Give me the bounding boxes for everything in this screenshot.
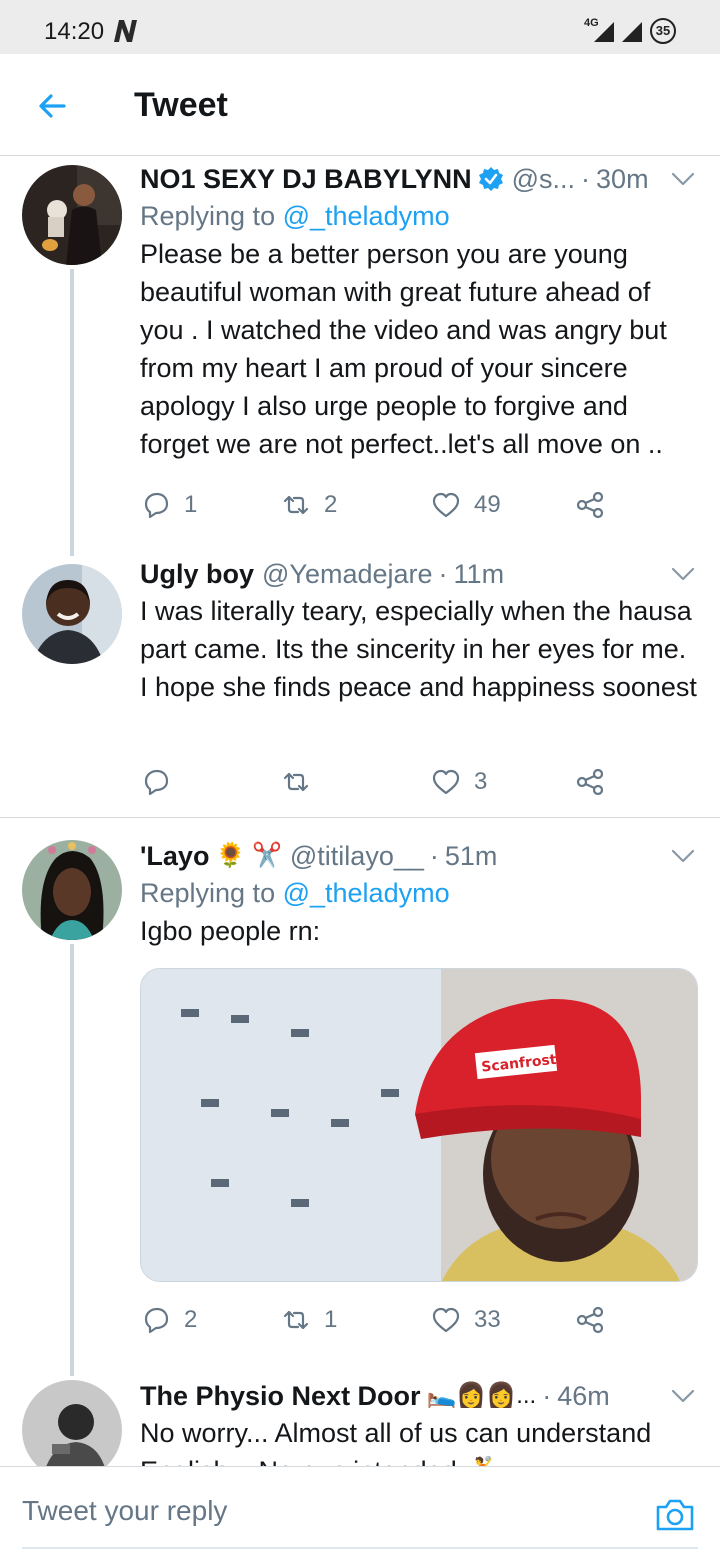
reply-icon [144,492,169,519]
tweet-text: Igbo people rn: [140,916,321,946]
signal-icon [622,22,642,42]
avatar[interactable] [22,564,122,664]
reply-underline [22,1547,698,1549]
replying-to-link[interactable]: @_theladymo [283,878,450,908]
tweet-time: 30m [596,164,649,194]
page-title: Tweet [134,86,228,124]
chevron-down-icon[interactable] [668,167,698,191]
tweet[interactable]: 'Layo 🌻 ✂️ @titilayo__ · 51m Replying to… [0,836,720,1384]
separator-dot: · [438,559,448,589]
tweet-body: NO1 SEXY DJ BABYLYNN @s... · 30m Replyin… [140,161,698,463]
tweet-body: 'Layo 🌻 ✂️ @titilayo__ · 51m Replying to… [140,838,698,950]
author-handle[interactable]: @titilayo__ [290,838,424,874]
author-name[interactable]: Ugly boy [140,556,254,592]
app-header: Tweet [0,54,720,156]
thread-line [70,269,74,559]
tweet-body: The Physio Next Door 🛌👩‍👩... · 46m No wo… [140,1378,698,1466]
reply-bar [0,1466,720,1560]
retweet-icon [283,495,309,515]
camera-icon[interactable] [654,1495,696,1535]
like-count: 49 [474,491,501,518]
replying-to: Replying to @_theladymo [140,197,698,235]
share-button[interactable] [574,485,606,525]
tweet-text: I was literally teary, especially when t… [140,596,697,702]
signal-icon [594,22,614,42]
separator-dot: · [542,1381,552,1411]
tweet-divider [0,817,720,818]
status-time: 14:20 [44,18,105,45]
tweet[interactable]: NO1 SEXY DJ BABYLYNN @s... · 30m Replyin… [0,157,720,559]
reply-button[interactable]: 1 [140,485,197,525]
retweet-button[interactable] [280,762,324,802]
share-button[interactable] [574,1300,606,1340]
tweet-text: No worry... Almost all of us can underst… [140,1418,652,1466]
reply-count: 1 [184,491,198,518]
name-emojis: 🌻 ✂️ [215,842,282,869]
name-emojis: 🛌👩‍👩... [426,1382,537,1409]
author-name[interactable]: NO1 SEXY DJ BABYLYNN [140,161,472,197]
back-arrow-icon[interactable] [34,88,70,124]
tweet-header: The Physio Next Door 🛌👩‍👩... · 46m [140,1378,698,1414]
verified-icon [478,167,503,191]
share-icon [576,491,604,519]
replying-prefix: Replying to [140,878,283,908]
author-name[interactable]: 'Layo [140,838,209,874]
tweet-header: 'Layo 🌻 ✂️ @titilayo__ · 51m [140,838,698,874]
like-button[interactable]: 3 [430,762,487,802]
tweet-time: 51m [444,841,498,871]
separator-dot: · [581,164,591,194]
like-icon [432,1307,460,1333]
notification-n-icon [114,20,137,42]
share-icon [576,1306,604,1334]
tweet-media-image[interactable]: Scanfrost [140,968,698,1282]
tweet-time: 11m [453,559,505,589]
like-icon [432,492,460,518]
retweet-button[interactable]: 2 [280,485,337,525]
reply-button[interactable] [140,762,184,802]
replying-to: Replying to @_theladymo [140,874,698,912]
avatar[interactable] [22,1380,122,1466]
tweet-actions: 2 1 33 [140,1300,620,1340]
like-button[interactable]: 33 [430,1300,501,1340]
share-icon [576,768,604,796]
tweet-header: Ugly boy @Yemadejare · 11m [140,556,698,592]
reply-icon [144,1307,169,1334]
chevron-down-icon[interactable] [668,562,698,586]
avatar[interactable] [22,165,122,265]
battery-icon: 35 [650,18,676,44]
retweet-icon [283,1310,309,1330]
reply-input[interactable] [22,1495,582,1527]
retweet-count: 1 [324,1306,338,1333]
chevron-down-icon[interactable] [668,1384,698,1408]
like-icon [432,769,460,795]
tweet-actions: 3 [140,762,620,802]
reply-icon [144,769,169,796]
avatar[interactable] [22,840,122,940]
author-handle[interactable]: @Yemadejare [262,556,433,592]
retweet-icon [283,772,309,792]
author-handle[interactable]: @s... [512,161,575,197]
tweet-actions: 1 2 49 [140,485,620,525]
tweet[interactable]: The Physio Next Door 🛌👩‍👩... · 46m No wo… [0,1376,720,1466]
chevron-down-icon[interactable] [668,844,698,868]
reply-count: 2 [184,1306,198,1333]
replying-prefix: Replying to [140,201,283,231]
like-button[interactable]: 49 [430,485,501,525]
like-count: 33 [474,1306,501,1333]
retweet-button[interactable]: 1 [280,1300,337,1340]
replying-to-link[interactable]: @_theladymo [283,201,450,231]
reply-button[interactable]: 2 [140,1300,197,1340]
tweet[interactable]: Ugly boy @Yemadejare · 11m I was literal… [0,556,720,816]
tweet-header: NO1 SEXY DJ BABYLYNN @s... · 30m [140,161,698,197]
like-count: 3 [474,768,488,795]
tweet-body: Ugly boy @Yemadejare · 11m I was literal… [140,556,698,706]
author-name[interactable]: The Physio Next Door [140,1378,421,1414]
share-button[interactable] [574,762,606,802]
thread-line [70,944,74,1384]
tweet-time: 46m [557,1381,610,1411]
status-bar: 14:20 4G 35 [0,0,720,54]
retweet-count: 2 [324,491,338,518]
separator-dot: · [429,841,439,871]
tweet-text: Please be a better person you are young … [140,239,667,459]
